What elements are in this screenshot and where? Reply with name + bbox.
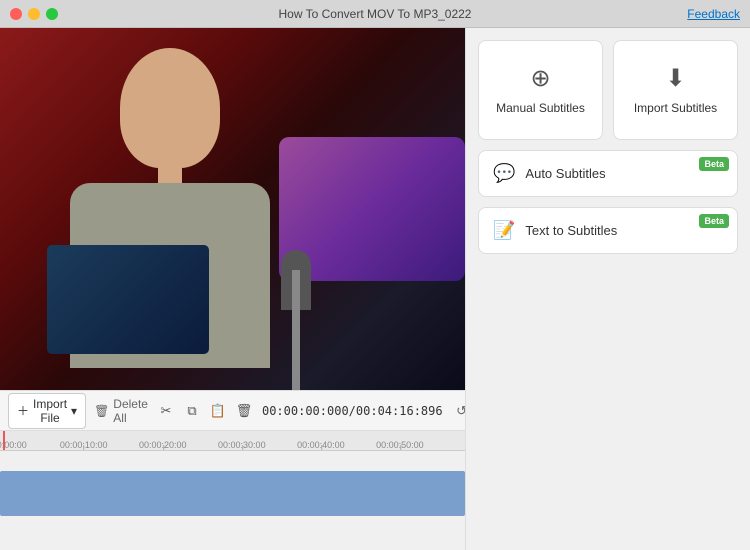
ruler-tick-5: 00:00:50:00 bbox=[376, 440, 424, 450]
import-file-button[interactable]: ＋ Import File ▾ bbox=[8, 393, 86, 429]
ruler-tick-4: 00:00:40:00 bbox=[297, 440, 345, 450]
auto-subtitles-beta-badge: Beta bbox=[699, 157, 729, 171]
text-to-subtitles-icon: 📝 bbox=[493, 220, 515, 241]
person-shape bbox=[50, 28, 300, 368]
manual-subtitles-card[interactable]: ⊕ Manual Subtitles bbox=[478, 40, 603, 140]
window-title: How To Convert MOV To MP3_0222 bbox=[279, 7, 472, 21]
person-body bbox=[70, 183, 270, 368]
auto-subtitles-row[interactable]: 💬 Auto Subtitles Beta bbox=[478, 150, 738, 197]
minimize-button[interactable] bbox=[28, 8, 40, 20]
person-head bbox=[120, 48, 220, 168]
import-subtitles-card[interactable]: ⬇ Import Subtitles bbox=[613, 40, 738, 140]
timeline-ruler: 00:00:00:00 00:00:10:00 00:00:20:00 00:0… bbox=[0, 431, 465, 451]
trash-icon: 🗑 bbox=[94, 404, 109, 418]
timeline-track[interactable] bbox=[0, 461, 465, 521]
mic-stand bbox=[292, 270, 300, 390]
playhead[interactable] bbox=[3, 431, 5, 450]
import-dropdown-icon[interactable]: ▾ bbox=[71, 404, 77, 418]
title-bar: How To Convert MOV To MP3_0222 Feedback bbox=[0, 0, 750, 28]
scissors-icon[interactable]: ✂ bbox=[156, 401, 176, 421]
timeline-area[interactable]: 00:00:00:00 00:00:10:00 00:00:20:00 00:0… bbox=[0, 430, 465, 550]
text-to-subtitles-beta-badge: Beta bbox=[699, 214, 729, 228]
subtitle-cards-grid: ⊕ Manual Subtitles ⬇ Import Subtitles bbox=[478, 40, 738, 140]
copy-icon[interactable]: ⧉ bbox=[182, 401, 202, 421]
maximize-button[interactable] bbox=[46, 8, 58, 20]
ruler-tick-1: 00:00:10:00 bbox=[60, 440, 108, 450]
video-area[interactable] bbox=[0, 28, 465, 390]
traffic-lights bbox=[10, 8, 58, 20]
delete-all-button[interactable]: 🗑 Delete All bbox=[94, 397, 148, 425]
video-placeholder bbox=[0, 28, 465, 390]
download-icon: ⬇ bbox=[665, 64, 685, 93]
timeline-clip[interactable] bbox=[0, 471, 465, 516]
text-to-subtitles-row[interactable]: 📝 Text to Subtitles Beta bbox=[478, 207, 738, 254]
video-toolbar: ＋ Import File ▾ 🗑 Delete All ✂ ⧉ 📋 🗑 00:… bbox=[0, 390, 465, 430]
feedback-link[interactable]: Feedback bbox=[687, 7, 740, 21]
toolbar-icons: ✂ ⧉ 📋 🗑 bbox=[156, 401, 254, 421]
left-panel: ＋ Import File ▾ 🗑 Delete All ✂ ⧉ 📋 🗑 00:… bbox=[0, 28, 465, 550]
manual-subtitles-label: Manual Subtitles bbox=[496, 101, 585, 117]
delete-all-label: Delete All bbox=[113, 397, 148, 425]
main-content: ＋ Import File ▾ 🗑 Delete All ✂ ⧉ 📋 🗑 00:… bbox=[0, 28, 750, 550]
text-to-subtitles-label: Text to Subtitles bbox=[525, 223, 723, 238]
timecode-display: 00:00:00:000/00:04:16:896 bbox=[262, 404, 443, 418]
ruler-tick-3: 00:00:30:00 bbox=[218, 440, 266, 450]
delete-icon[interactable]: 🗑 bbox=[234, 401, 254, 421]
close-button[interactable] bbox=[10, 8, 22, 20]
import-subtitles-label: Import Subtitles bbox=[634, 101, 717, 117]
auto-subtitles-icon: 💬 bbox=[493, 163, 515, 184]
plus-circle-icon: ⊕ bbox=[530, 64, 550, 93]
auto-subtitles-label: Auto Subtitles bbox=[525, 166, 723, 181]
paste-icon[interactable]: 📋 bbox=[208, 401, 228, 421]
ruler-tick-2: 00:00:20:00 bbox=[139, 440, 187, 450]
video-background bbox=[0, 28, 465, 390]
microphone bbox=[266, 210, 326, 390]
plus-icon: ＋ bbox=[17, 402, 29, 419]
right-panel: ⊕ Manual Subtitles ⬇ Import Subtitles 💬 … bbox=[465, 28, 750, 550]
import-file-label: Import File bbox=[33, 397, 67, 425]
